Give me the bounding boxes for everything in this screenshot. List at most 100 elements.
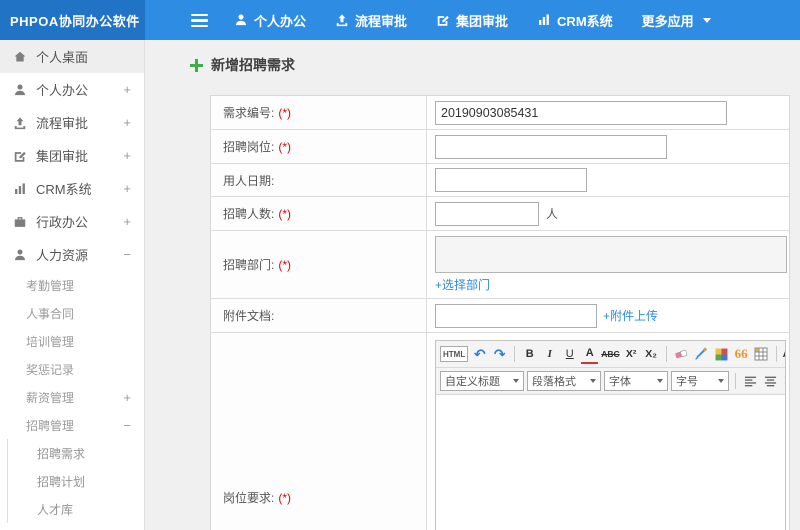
sidebar-item-6[interactable]: 行政办公 +	[0, 205, 144, 238]
sidebar-item-7[interactable]: 人力资源 −	[0, 238, 144, 271]
hamburger-menu-icon[interactable]	[191, 14, 208, 27]
sidebar-item-16[interactable]: 人才库	[7, 495, 144, 523]
headcount-input[interactable]	[435, 201, 539, 226]
demand-no-input[interactable]	[435, 100, 727, 125]
sidebar-item-label: 招聘需求	[37, 446, 86, 461]
emoticon-grid-icon[interactable]	[753, 344, 770, 364]
html-source-button[interactable]: HTML	[440, 346, 469, 362]
hire-date-field	[427, 164, 789, 196]
sidebar-item-9[interactable]: 人事合同	[0, 299, 144, 327]
hire-date-input[interactable]	[435, 168, 587, 192]
recruitment-request-form: 需求编号: (*) 招聘岗位: (*) 用人日期:	[210, 95, 790, 530]
sidebar-item-label: 招聘管理	[26, 418, 75, 433]
department-textarea[interactable]	[435, 236, 787, 273]
attachment-upload-link[interactable]: +附件上传	[603, 307, 658, 324]
format-painter-icon[interactable]	[693, 344, 710, 364]
demand-no-label: 需求编号: (*)	[211, 96, 427, 129]
paragraph-format-select[interactable]: 段落格式	[527, 371, 601, 391]
blockquote-button[interactable]: 66	[733, 344, 750, 364]
sidebar-item-3[interactable]: 流程审批 +	[0, 106, 144, 139]
sidebar-item-15[interactable]: 招聘计划	[7, 467, 144, 495]
nav-item-5[interactable]: 更多应用	[642, 11, 711, 30]
align-left-icon[interactable]	[742, 371, 759, 391]
font-select[interactable]: 字体	[604, 371, 668, 391]
form-row-hire-date: 用人日期:	[211, 164, 789, 197]
nav-item-label: 更多应用	[641, 13, 694, 29]
sidebar-item-label: 人力资源	[36, 248, 89, 263]
expand-plus-icon[interactable]: +	[123, 390, 131, 405]
department-label: 招聘部门: (*)	[211, 231, 427, 298]
sidebar-item-label: 集团审批	[36, 149, 89, 164]
sidebar-item-label: 流程审批	[36, 116, 89, 131]
nav-item-3[interactable]: 集团审批	[436, 11, 508, 30]
collapse-minus-icon[interactable]: −	[123, 418, 131, 433]
collapse-minus-icon[interactable]: −	[123, 247, 131, 262]
main-content: 新增招聘需求 需求编号: (*) 招聘岗位: (*) 用人	[146, 40, 800, 530]
select-department-link[interactable]: +选择部门	[435, 276, 490, 293]
topbar: PHPOA协同办公软件 个人办公 流程审批 集团审批 CRM系统 更多应用	[0, 0, 800, 40]
select-label: 自定义标题	[445, 376, 500, 388]
page-title: 新增招聘需求	[211, 57, 295, 73]
expand-plus-icon[interactable]: +	[123, 214, 131, 229]
toolbar-separator	[775, 346, 777, 362]
undo-button[interactable]: ↶	[471, 344, 488, 364]
align-center-icon[interactable]	[762, 371, 779, 391]
nav-item-2[interactable]: 流程审批	[335, 11, 407, 30]
sidebar-item-10[interactable]: 培训管理	[0, 327, 144, 355]
remove-format-eraser-icon[interactable]	[673, 344, 690, 364]
attachment-input[interactable]	[435, 303, 597, 328]
nav-item-1[interactable]: 个人办公	[234, 11, 306, 30]
required-mark: (*)	[278, 206, 292, 221]
sidebar: 个人桌面 个人办公 + 流程审批 + 集团审批 + CRM系统 + 行政办公 + 人力资源 − 考勤管理人…	[0, 40, 145, 530]
expand-plus-icon[interactable]: +	[123, 148, 131, 163]
department-field: +选择部门	[427, 231, 789, 298]
sidebar-item-2[interactable]: 个人办公 +	[0, 73, 144, 106]
nav-item-label: CRM系统	[557, 13, 613, 29]
font-color-button[interactable]: A	[581, 344, 599, 364]
sidebar-item-4[interactable]: 集团审批 +	[0, 139, 144, 172]
font-family-button[interactable]: A	[783, 344, 785, 364]
editor-toolbar-row2: 自定义标题 段落格式 字体 字号	[436, 368, 785, 395]
bold-button[interactable]: B	[521, 344, 538, 364]
select-label: 段落格式	[532, 376, 576, 388]
custom-title-select[interactable]: 自定义标题	[440, 371, 524, 391]
sidebar-item-8[interactable]: 考勤管理	[0, 271, 144, 299]
superscript-button[interactable]: X²	[623, 344, 640, 364]
nav-item-4[interactable]: CRM系统	[537, 11, 613, 30]
sidebar-item-12[interactable]: 薪资管理 +	[0, 383, 144, 411]
label-text: 招聘人数:	[223, 207, 275, 221]
chevron-down-icon	[657, 379, 663, 383]
toolbar-separator	[665, 346, 667, 362]
sidebar-item-14[interactable]: 招聘需求	[7, 439, 144, 467]
font-size-select[interactable]: 字号	[671, 371, 729, 391]
form-row-department: 招聘部门: (*) +选择部门	[211, 231, 789, 299]
editor-content[interactable]	[436, 395, 785, 530]
subscript-button[interactable]: X₂	[643, 344, 660, 364]
strikethrough-button[interactable]: ABC	[601, 344, 619, 364]
align-right-icon[interactable]	[782, 371, 785, 391]
chevron-down-icon	[702, 17, 711, 23]
sidebar-item-label: 行政办公	[36, 215, 89, 230]
desktop-icon	[13, 50, 27, 64]
italic-button[interactable]: I	[541, 344, 558, 364]
sidebar-item-label: 人事合同	[26, 306, 75, 321]
redo-button[interactable]: ↷	[491, 344, 508, 364]
form-row-headcount: 招聘人数: (*) 人	[211, 197, 789, 231]
expand-plus-icon[interactable]: +	[123, 82, 131, 97]
expand-plus-icon[interactable]: +	[123, 115, 131, 130]
expand-plus-icon[interactable]: +	[123, 181, 131, 196]
headcount-label: 招聘人数: (*)	[211, 197, 427, 230]
sidebar-item-5[interactable]: CRM系统 +	[0, 172, 144, 205]
headcount-unit: 人	[546, 207, 559, 221]
underline-button[interactable]: U	[561, 344, 578, 364]
highlight-color-icon[interactable]	[713, 344, 730, 364]
sidebar-item-11[interactable]: 奖惩记录	[0, 355, 144, 383]
form-row-requirements: 岗位要求: (*) HTML ↶ ↷ B I U A ABC X² X₂ 66 …	[211, 333, 789, 530]
hr-icon	[13, 248, 27, 262]
sidebar-item-label: 人才库	[37, 502, 74, 517]
sidebar-item-1[interactable]: 个人桌面	[0, 40, 144, 73]
sidebar-item-13[interactable]: 招聘管理 −	[0, 411, 144, 439]
position-input[interactable]	[435, 134, 667, 159]
sidebar-item-label: 招聘计划	[37, 474, 86, 489]
add-plus-icon	[190, 58, 203, 72]
